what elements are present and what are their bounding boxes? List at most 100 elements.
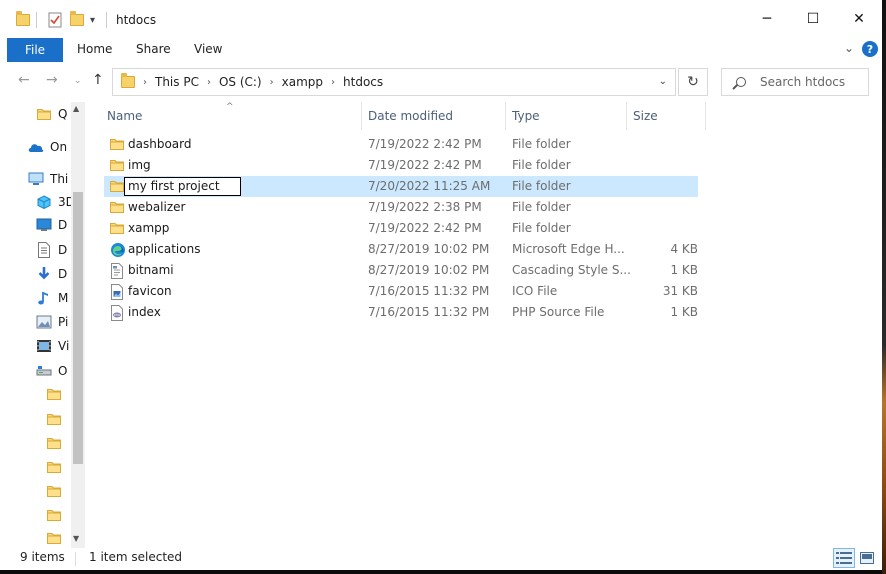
nav-pane-item[interactable]: D: [36, 240, 67, 260]
nav-pane-item[interactable]: Pi: [36, 312, 68, 332]
nav-pane-item-label: D: [58, 243, 68, 257]
new-folder-icon[interactable]: [70, 10, 84, 30]
nav-pane-item[interactable]: 3D: [36, 192, 75, 212]
file-list: ^ Name Date modified Type Size dashboard…: [96, 102, 882, 548]
nav-pane-item[interactable]: On: [28, 137, 67, 157]
breadcrumb-chevron-icon[interactable]: ›: [207, 77, 211, 88]
column-divider[interactable]: [705, 102, 706, 130]
file-row[interactable]: xampp 7/19/2022 2:42 PM File folder: [104, 218, 698, 239]
file-name: index: [128, 305, 161, 319]
file-row[interactable]: webalizer 7/19/2022 2:38 PM File folder: [104, 197, 698, 218]
help-icon[interactable]: ?: [862, 41, 878, 57]
breadcrumb-htdocs[interactable]: htdocs: [343, 75, 383, 89]
tab-view[interactable]: View: [194, 42, 222, 56]
nav-pane-item[interactable]: [46, 528, 68, 548]
address-bar[interactable]: › This PC › OS (C:) › xampp › htdocs ⌄: [112, 68, 676, 96]
nav-pane-item[interactable]: [46, 457, 68, 477]
file-name: dashboard: [128, 137, 192, 151]
nav-pane-item[interactable]: Q: [36, 104, 67, 124]
file-name: bitnami: [128, 263, 174, 277]
nav-pane-item[interactable]: [46, 481, 68, 501]
date-modified: 7/19/2022 2:42 PM: [368, 137, 482, 151]
refresh-button[interactable]: ↻: [678, 68, 708, 96]
file-row[interactable]: img 7/19/2022 2:42 PM File folder: [104, 155, 698, 176]
nav-pane-item-label: M: [58, 291, 69, 305]
customize-toolbar-dropdown-icon[interactable]: ▾: [90, 10, 95, 30]
date-modified: 7/19/2022 2:42 PM: [368, 221, 482, 235]
rename-input[interactable]: my first project: [124, 177, 241, 196]
nav-pane-item[interactable]: [46, 409, 68, 429]
breadcrumb-chevron-icon[interactable]: ›: [143, 77, 147, 88]
scroll-down-arrow-icon[interactable]: ▼: [73, 534, 79, 543]
tab-share[interactable]: Share: [136, 42, 171, 56]
column-header-type[interactable]: Type: [512, 102, 540, 130]
details-view-button[interactable]: [833, 548, 855, 568]
nav-pane-item[interactable]: [46, 505, 68, 525]
large-icons-view-icon: [860, 552, 874, 564]
nav-pane-item[interactable]: D: [36, 264, 67, 284]
properties-icon[interactable]: [48, 10, 62, 30]
nav-pane-item[interactable]: Thi: [28, 169, 68, 189]
tab-home[interactable]: Home: [77, 42, 112, 56]
nav-pane-item[interactable]: M: [36, 288, 68, 308]
file-type: PHP Source File: [512, 305, 605, 319]
file-row[interactable]: bitnami 8/27/2019 10:02 PM Cascading Style…: [104, 260, 698, 281]
nav-pane-item-label: Q: [58, 107, 68, 121]
up-arrow-icon[interactable]: ↑: [92, 72, 104, 88]
breadcrumb-this-pc[interactable]: This PC: [155, 75, 199, 89]
nav-pane-item[interactable]: O: [36, 361, 67, 381]
folder-icon: [110, 221, 124, 235]
file-type: File folder: [512, 200, 571, 214]
breadcrumb-chevron-icon[interactable]: ›: [270, 77, 274, 88]
column-divider[interactable]: [626, 102, 627, 130]
nav-pane-scrollbar[interactable]: ▲ ▼: [71, 102, 85, 548]
desktop-icon: [36, 217, 52, 233]
search-input[interactable]: [760, 75, 860, 89]
breadcrumb-os-c[interactable]: OS (C:): [219, 75, 262, 89]
address-dropdown-chevron-icon[interactable]: ⌄: [659, 76, 667, 87]
nav-pane-scroll-thumb[interactable]: [73, 192, 83, 464]
file-name: applications: [128, 242, 201, 256]
column-divider[interactable]: [361, 102, 362, 130]
file-row[interactable]: php index 7/16/2015 11:32 PM PHP Source Fil…: [104, 302, 698, 323]
selection-count: 1 item selected: [89, 550, 183, 564]
large-icons-view-button[interactable]: [856, 548, 878, 568]
file-row[interactable]: dashboard 7/19/2022 2:42 PM File folder: [104, 134, 698, 155]
file-row[interactable]: applications 8/27/2019 10:02 PM Microsoft …: [104, 239, 698, 260]
videos-icon: [36, 338, 52, 354]
file-name: webalizer: [128, 200, 186, 214]
search-box[interactable]: [721, 68, 869, 96]
maximize-button[interactable]: ☐: [790, 0, 836, 38]
column-header-date-modified[interactable]: Date modified: [368, 102, 453, 130]
column-divider[interactable]: [505, 102, 506, 130]
status-bar: 9 items 1 item selected: [0, 548, 882, 570]
nav-pane-item[interactable]: Vi: [36, 336, 69, 356]
expand-ribbon-chevron-icon[interactable]: ⌄: [844, 41, 854, 55]
breadcrumb-xampp[interactable]: xampp: [282, 75, 323, 89]
forward-arrow-icon[interactable]: →: [46, 72, 58, 88]
date-modified: 8/27/2019 10:02 PM: [368, 263, 490, 277]
column-header-size[interactable]: Size: [633, 102, 658, 130]
folder-icon: [110, 179, 124, 193]
status-divider: [75, 552, 76, 566]
file-row[interactable]: my first project 7/20/2022 11:25 AM File f…: [104, 176, 698, 197]
breadcrumb-chevron-icon[interactable]: ›: [331, 77, 335, 88]
nav-pane-item[interactable]: [46, 433, 68, 453]
tab-file[interactable]: File: [7, 38, 63, 62]
file-row[interactable]: favicon 7/16/2015 11:32 PM ICO File 31 KB: [104, 281, 698, 302]
sort-ascending-icon: ^: [226, 102, 234, 112]
nav-pane-item[interactable]: [46, 384, 68, 404]
recent-locations-chevron-icon[interactable]: ⌄: [74, 76, 82, 86]
close-button[interactable]: ✕: [836, 0, 882, 38]
nav-pane-item[interactable]: D: [36, 215, 67, 235]
nav-pane-item-label: Pi: [58, 315, 69, 329]
scroll-up-arrow-icon[interactable]: ▲: [73, 104, 79, 113]
file-name: img: [128, 158, 151, 172]
column-header-name[interactable]: Name: [107, 102, 142, 130]
minimize-button[interactable]: ─: [744, 0, 790, 38]
back-arrow-icon[interactable]: ←: [18, 72, 30, 88]
downloads-icon: [36, 266, 52, 282]
folder-icon: [110, 200, 124, 214]
date-modified: 7/16/2015 11:32 PM: [368, 305, 490, 319]
nav-pane-item-label: O: [58, 364, 68, 378]
